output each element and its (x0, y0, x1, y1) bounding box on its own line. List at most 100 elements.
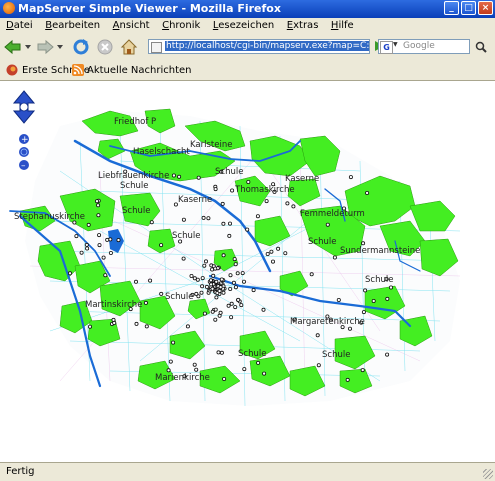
back-history-dropdown[interactable] (24, 38, 32, 56)
resize-grip[interactable] (483, 469, 493, 479)
poi-marker (194, 291, 199, 296)
firefox-bookmark-icon (6, 64, 18, 76)
forward-button[interactable] (36, 38, 54, 56)
map-image[interactable]: Friedhof P Haselschacht Karlsteine Liebf… (0, 81, 495, 461)
back-button[interactable] (4, 38, 22, 56)
map-label: Schule (308, 237, 336, 247)
window-title-bar: MapServer Simple Viewer - Mozilla Firefo… (0, 0, 495, 18)
map-label: Liebfrauenkirche (98, 171, 169, 181)
poi-marker (220, 201, 225, 206)
search-button[interactable] (475, 41, 487, 53)
poi-marker (229, 301, 234, 306)
home-button[interactable] (120, 38, 138, 56)
poi-marker (112, 320, 117, 325)
poi-marker (211, 273, 216, 278)
reload-button[interactable] (72, 38, 90, 56)
firefox-icon (3, 2, 15, 14)
stop-button[interactable] (96, 38, 114, 56)
poi-marker (270, 259, 275, 264)
poi-marker (86, 222, 91, 227)
menu-datei[interactable]: Datei (6, 18, 33, 34)
globe-icon[interactable] (19, 147, 29, 157)
poi-marker (85, 246, 90, 251)
bookmarks-toolbar: Erste Schritte Aktuelle Nachrichten (0, 60, 495, 81)
poi-marker (347, 326, 352, 331)
reload-icon (73, 39, 89, 55)
poi-marker (336, 297, 341, 302)
window-title: MapServer Simple Viewer - Mozilla Firefo… (18, 2, 281, 15)
poi-marker (216, 350, 221, 355)
page-content: Friedhof P Haselschacht Karlsteine Liebf… (0, 81, 495, 461)
poi-marker (218, 310, 223, 315)
address-bar[interactable]: http://localhost/cgi-bin/mapserv.exe?map… (148, 39, 370, 54)
search-placeholder: Google (403, 41, 435, 51)
poi-marker (210, 286, 215, 291)
menu-bar: Datei Bearbeiten Ansicht Chronik Lesezei… (0, 18, 495, 34)
svg-text:+: + (21, 135, 29, 145)
poi-marker (217, 288, 222, 293)
map-label: Haselschacht (133, 147, 190, 157)
bookmark-aktuelle-nachrichten[interactable]: Aktuelle Nachrichten (72, 64, 192, 76)
poi-marker (199, 290, 204, 295)
poi-marker (228, 286, 233, 291)
close-button[interactable]: × (478, 1, 493, 15)
rss-feed-icon (72, 64, 84, 76)
menu-chronik[interactable]: Chronik (162, 18, 200, 34)
menu-bearbeiten[interactable]: Bearbeiten (45, 18, 100, 34)
poi-marker (233, 285, 238, 290)
poi-marker (227, 221, 232, 226)
menu-hilfe[interactable]: Hilfe (331, 18, 354, 34)
menu-ansicht[interactable]: Ansicht (113, 18, 150, 34)
poi-marker (171, 340, 176, 345)
map-label: Schule (322, 350, 350, 360)
poi-marker (97, 233, 102, 238)
poi-marker (345, 377, 350, 382)
poi-marker (74, 234, 79, 239)
poi-marker (181, 256, 186, 261)
menu-lesezeichen[interactable]: Lesezeichen (213, 18, 274, 34)
poi-marker (233, 262, 238, 267)
poi-marker (227, 233, 232, 238)
poi-marker (348, 175, 353, 180)
poi-marker (95, 199, 100, 204)
poi-marker (159, 243, 164, 248)
map-label: Friedhof P (114, 117, 156, 127)
minimize-button[interactable]: _ (444, 1, 459, 15)
poi-marker (159, 291, 164, 296)
search-box[interactable]: G ▼ Google (378, 39, 470, 54)
poi-marker (84, 242, 89, 247)
poi-marker (385, 352, 390, 357)
poi-marker (108, 250, 113, 255)
forward-history-dropdown[interactable] (56, 38, 64, 56)
poi-marker (242, 367, 247, 372)
poi-marker (213, 266, 218, 271)
map-label: Kaserne (178, 195, 212, 205)
poi-marker (262, 371, 267, 376)
map-pan-control[interactable] (12, 90, 36, 124)
poi-marker (361, 310, 366, 315)
poi-marker (241, 279, 246, 284)
menu-extras[interactable]: Extras (287, 18, 319, 34)
poi-marker (261, 307, 266, 312)
poi-marker (255, 214, 260, 219)
google-search-engine-icon[interactable]: G (380, 41, 393, 54)
poi-marker (144, 324, 149, 329)
poi-marker (232, 257, 237, 262)
poi-marker (264, 199, 269, 204)
poi-marker (196, 175, 201, 180)
poi-marker (116, 238, 121, 243)
poi-marker (361, 241, 366, 246)
poi-marker (185, 324, 190, 329)
map-label: Martinskirche (85, 300, 142, 310)
maximize-button[interactable]: □ (461, 1, 476, 15)
poi-marker (221, 221, 226, 226)
poi-marker (202, 311, 207, 316)
search-engine-chevron-icon[interactable]: ▼ (393, 41, 398, 48)
poi-marker (194, 367, 199, 372)
poi-marker (213, 307, 218, 312)
poi-marker (111, 317, 116, 322)
poi-marker (325, 222, 330, 227)
poi-marker (233, 305, 238, 310)
poi-marker (68, 271, 73, 276)
map-label: Schule (365, 275, 393, 285)
